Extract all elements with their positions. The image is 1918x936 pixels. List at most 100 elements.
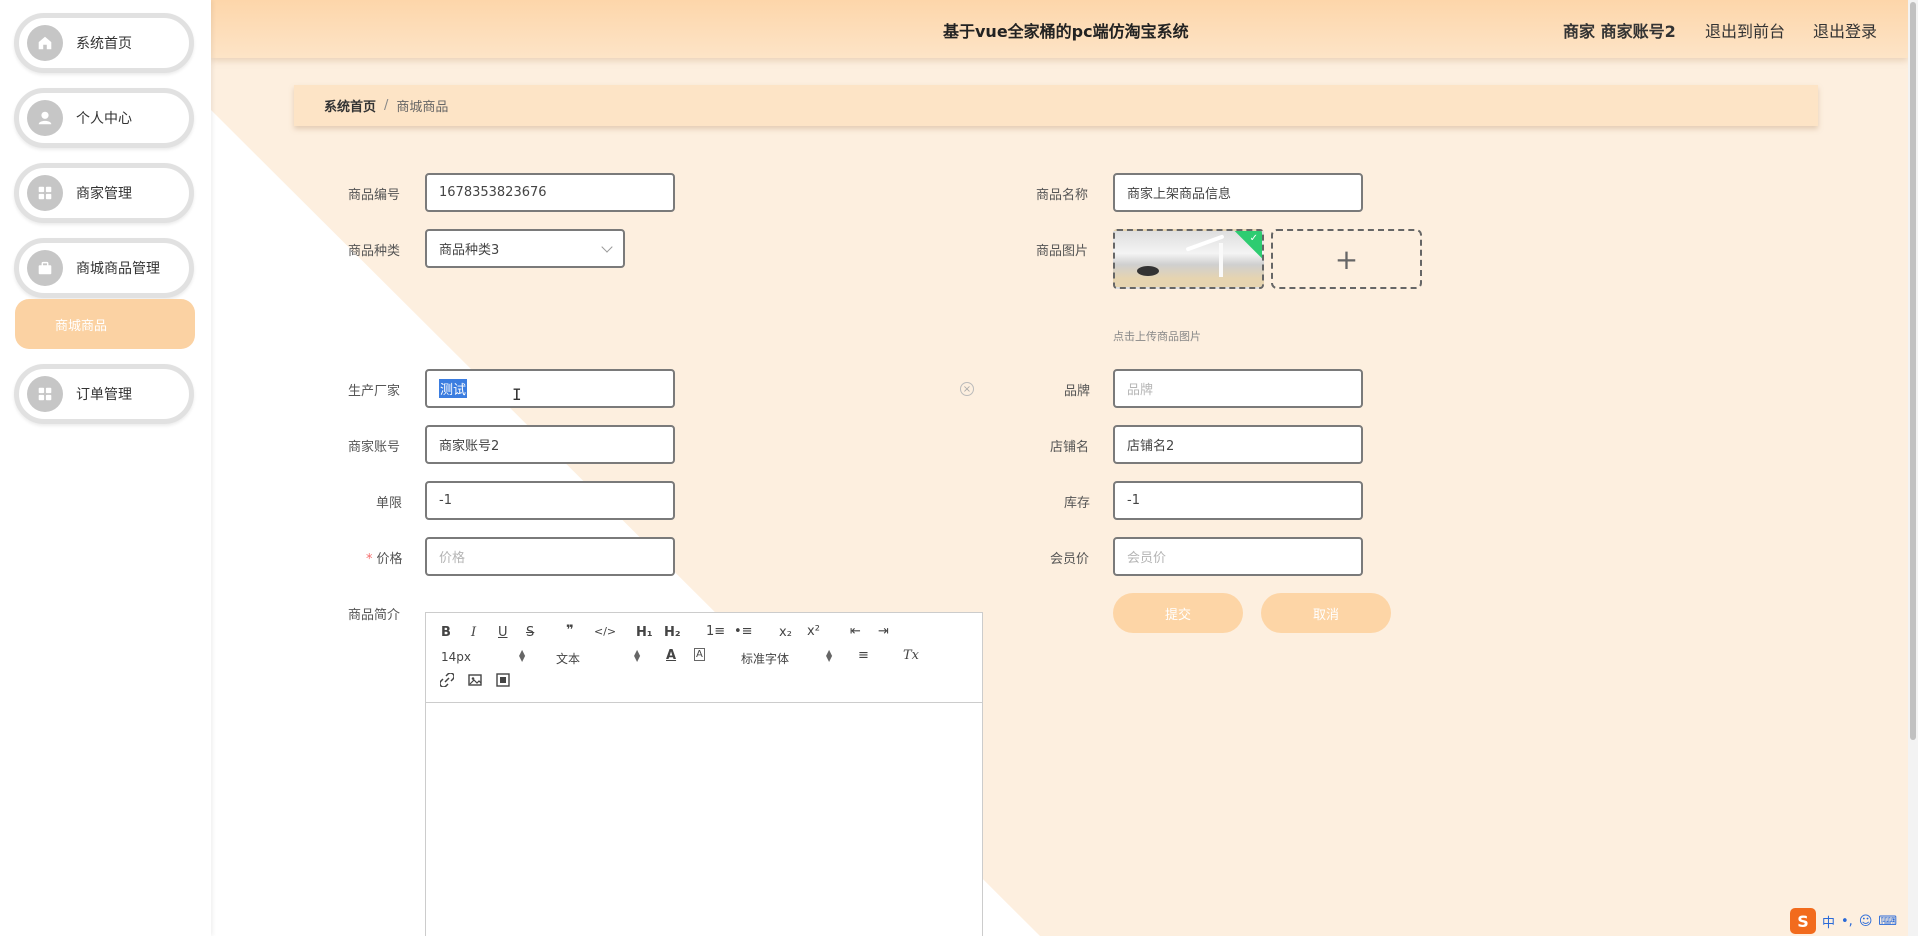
merchant-account-value: 商家账号2 — [439, 439, 500, 454]
category-select[interactable]: 商品种类3 — [425, 229, 625, 268]
breadcrumb: 系统首页 / 商城商品 — [294, 85, 1818, 126]
plus-icon: + — [1334, 242, 1359, 276]
product-image-thumbnail[interactable]: ✓ — [1113, 229, 1264, 289]
price-input[interactable]: 价格 — [425, 537, 675, 576]
keyboard-icon: ⌨ — [1878, 913, 1898, 929]
link-icon[interactable] — [439, 672, 455, 691]
clear-circle-icon[interactable]: × — [960, 382, 974, 396]
heading2-button[interactable]: H₂ — [664, 625, 681, 640]
sidebar-item-orders[interactable]: 订单管理 — [14, 364, 194, 424]
sidebar-item-personal[interactable]: 个人中心 — [14, 88, 194, 148]
editor-content-area[interactable] — [426, 703, 982, 936]
breadcrumb-current: 商城商品 — [396, 100, 449, 115]
manufacturer-value: 测试 — [439, 379, 468, 398]
limit-value: -1 — [439, 493, 452, 508]
subscript-button[interactable]: x₂ — [779, 625, 792, 640]
editor-toolbar: B I U S ❞ </> H₁ H₂ 1≡ •≡ x₂ x² ⇤ ⇥ 14px… — [426, 613, 982, 703]
updown-caret-icon: ▲ ▼ — [519, 648, 526, 663]
superscript-button[interactable]: x² — [807, 624, 820, 639]
description-editor: B I U S ❞ </> H₁ H₂ 1≡ •≡ x₂ x² ⇤ ⇥ 14px… — [425, 612, 983, 936]
merchant-account-input[interactable]: 商家账号2 — [425, 425, 675, 464]
product-name-value: 商家上架商品信息 — [1127, 187, 1232, 202]
font-color-button[interactable]: A — [666, 648, 676, 663]
video-icon[interactable] — [496, 673, 510, 691]
sidebar-item-label: 订单管理 — [76, 387, 132, 403]
shop-name-value: 店铺名2 — [1127, 439, 1175, 454]
background-color-button[interactable]: A — [694, 648, 705, 661]
product-no-value: 1678353823676 — [439, 185, 547, 200]
limit-label: 单限 — [376, 496, 403, 511]
member-price-label: 会员价 — [1050, 552, 1090, 567]
limit-input[interactable]: -1 — [425, 481, 675, 520]
sidebar-item-products[interactable]: 商城商品管理 — [14, 238, 194, 298]
italic-button[interactable]: I — [471, 625, 476, 640]
sidebar-item-home[interactable]: 系统首页 — [14, 13, 194, 73]
sidebar-item-label: 系统首页 — [76, 36, 132, 52]
emoji-icon: ☺ — [1858, 913, 1873, 929]
align-button[interactable]: ≡ — [858, 648, 869, 663]
code-button[interactable]: </> — [594, 625, 616, 638]
text-cursor-icon: I — [512, 385, 522, 404]
font-size-select[interactable]: 14px ▲ ▼ — [441, 649, 525, 665]
stock-label: 库存 — [1064, 496, 1091, 511]
sidebar-item-label: 商家管理 — [76, 186, 132, 202]
manufacturer-input[interactable]: 测试 — [425, 369, 675, 408]
app-title: 基于vue全家桶的pc端仿淘宝系统 — [943, 22, 1189, 41]
sidebar-subitem-mall-products[interactable]: 商城商品 — [15, 299, 195, 349]
outdent-button[interactable]: ⇤ — [850, 624, 861, 639]
bold-button[interactable]: B — [441, 625, 451, 640]
breadcrumb-home[interactable]: 系统首页 — [324, 96, 376, 115]
brand-label: 品牌 — [1064, 384, 1091, 399]
scrollbar-thumb[interactable] — [1910, 2, 1916, 740]
ime-indicator: S 中 •, ☺ ⌨ — [1790, 906, 1908, 936]
grid-icon — [27, 376, 63, 412]
page-scrollbar[interactable] — [1908, 0, 1918, 936]
logout-button[interactable]: 退出登录 — [1813, 18, 1877, 42]
sidebar-item-merchants[interactable]: 商家管理 — [14, 163, 194, 223]
sidebar: 系统首页 个人中心 商家管理 商城商品管理 商城商品 订单管理 — [0, 0, 211, 936]
blockquote-button[interactable]: ❞ — [566, 623, 574, 638]
product-no-input[interactable]: 1678353823676 — [425, 173, 675, 212]
member-price-placeholder: 会员价 — [1127, 551, 1167, 566]
indent-button[interactable]: ⇥ — [878, 624, 889, 639]
brand-input[interactable]: 品牌 — [1113, 369, 1363, 408]
user-icon — [27, 100, 63, 136]
ime-language: 中 — [1822, 915, 1836, 931]
font-family-value: 标准字体 — [741, 652, 790, 666]
product-no-label: 商品编号 — [348, 188, 401, 203]
header-select[interactable]: 文本 ▲ ▼ — [556, 649, 640, 667]
underline-button[interactable]: U — [498, 625, 508, 640]
updown-caret-icon: ▲ ▼ — [826, 648, 833, 663]
shop-name-label: 店铺名 — [1050, 440, 1090, 455]
product-name-label: 商品名称 — [1036, 188, 1089, 203]
sidebar-subitem-label: 商城商品 — [55, 318, 108, 334]
font-family-select[interactable]: 标准字体 ▲ ▼ — [741, 649, 832, 667]
product-name-input[interactable]: 商家上架商品信息 — [1113, 173, 1363, 212]
sogou-logo-icon: S — [1790, 908, 1816, 934]
manufacturer-label: 生产厂家 — [348, 384, 401, 399]
image-icon[interactable] — [468, 673, 482, 691]
top-header: 基于vue全家桶的pc端仿淘宝系统 商家 商家账号2 退出到前台 退出登录 — [211, 0, 1908, 58]
submit-button[interactable]: 提交 — [1113, 593, 1243, 633]
stock-value: -1 — [1127, 493, 1140, 508]
shop-name-input[interactable]: 店铺名2 — [1113, 425, 1363, 464]
strike-button[interactable]: S — [526, 625, 534, 640]
breadcrumb-separator: / — [384, 98, 389, 113]
member-price-input[interactable]: 会员价 — [1113, 537, 1363, 576]
clean-format-button[interactable]: Tx — [903, 648, 919, 663]
chevron-down-icon — [601, 241, 613, 253]
ordered-list-button[interactable]: 1≡ — [706, 624, 725, 639]
heading1-button[interactable]: H₁ — [636, 625, 653, 640]
exit-to-front-button[interactable]: 退出到前台 — [1705, 18, 1785, 42]
sidebar-item-label: 商城商品管理 — [76, 261, 160, 277]
lamp-pole-shape — [1219, 243, 1223, 277]
cancel-button[interactable]: 取消 — [1261, 593, 1391, 633]
price-label-text: 价格 — [376, 552, 403, 567]
add-image-button[interactable]: + — [1271, 229, 1422, 289]
briefcase-icon — [27, 250, 63, 286]
bullet-list-button[interactable]: •≡ — [734, 624, 753, 639]
stock-input[interactable]: -1 — [1113, 481, 1363, 520]
object-shape — [1137, 266, 1159, 276]
grid-icon — [27, 175, 63, 211]
product-image-label: 商品图片 — [1036, 244, 1089, 259]
